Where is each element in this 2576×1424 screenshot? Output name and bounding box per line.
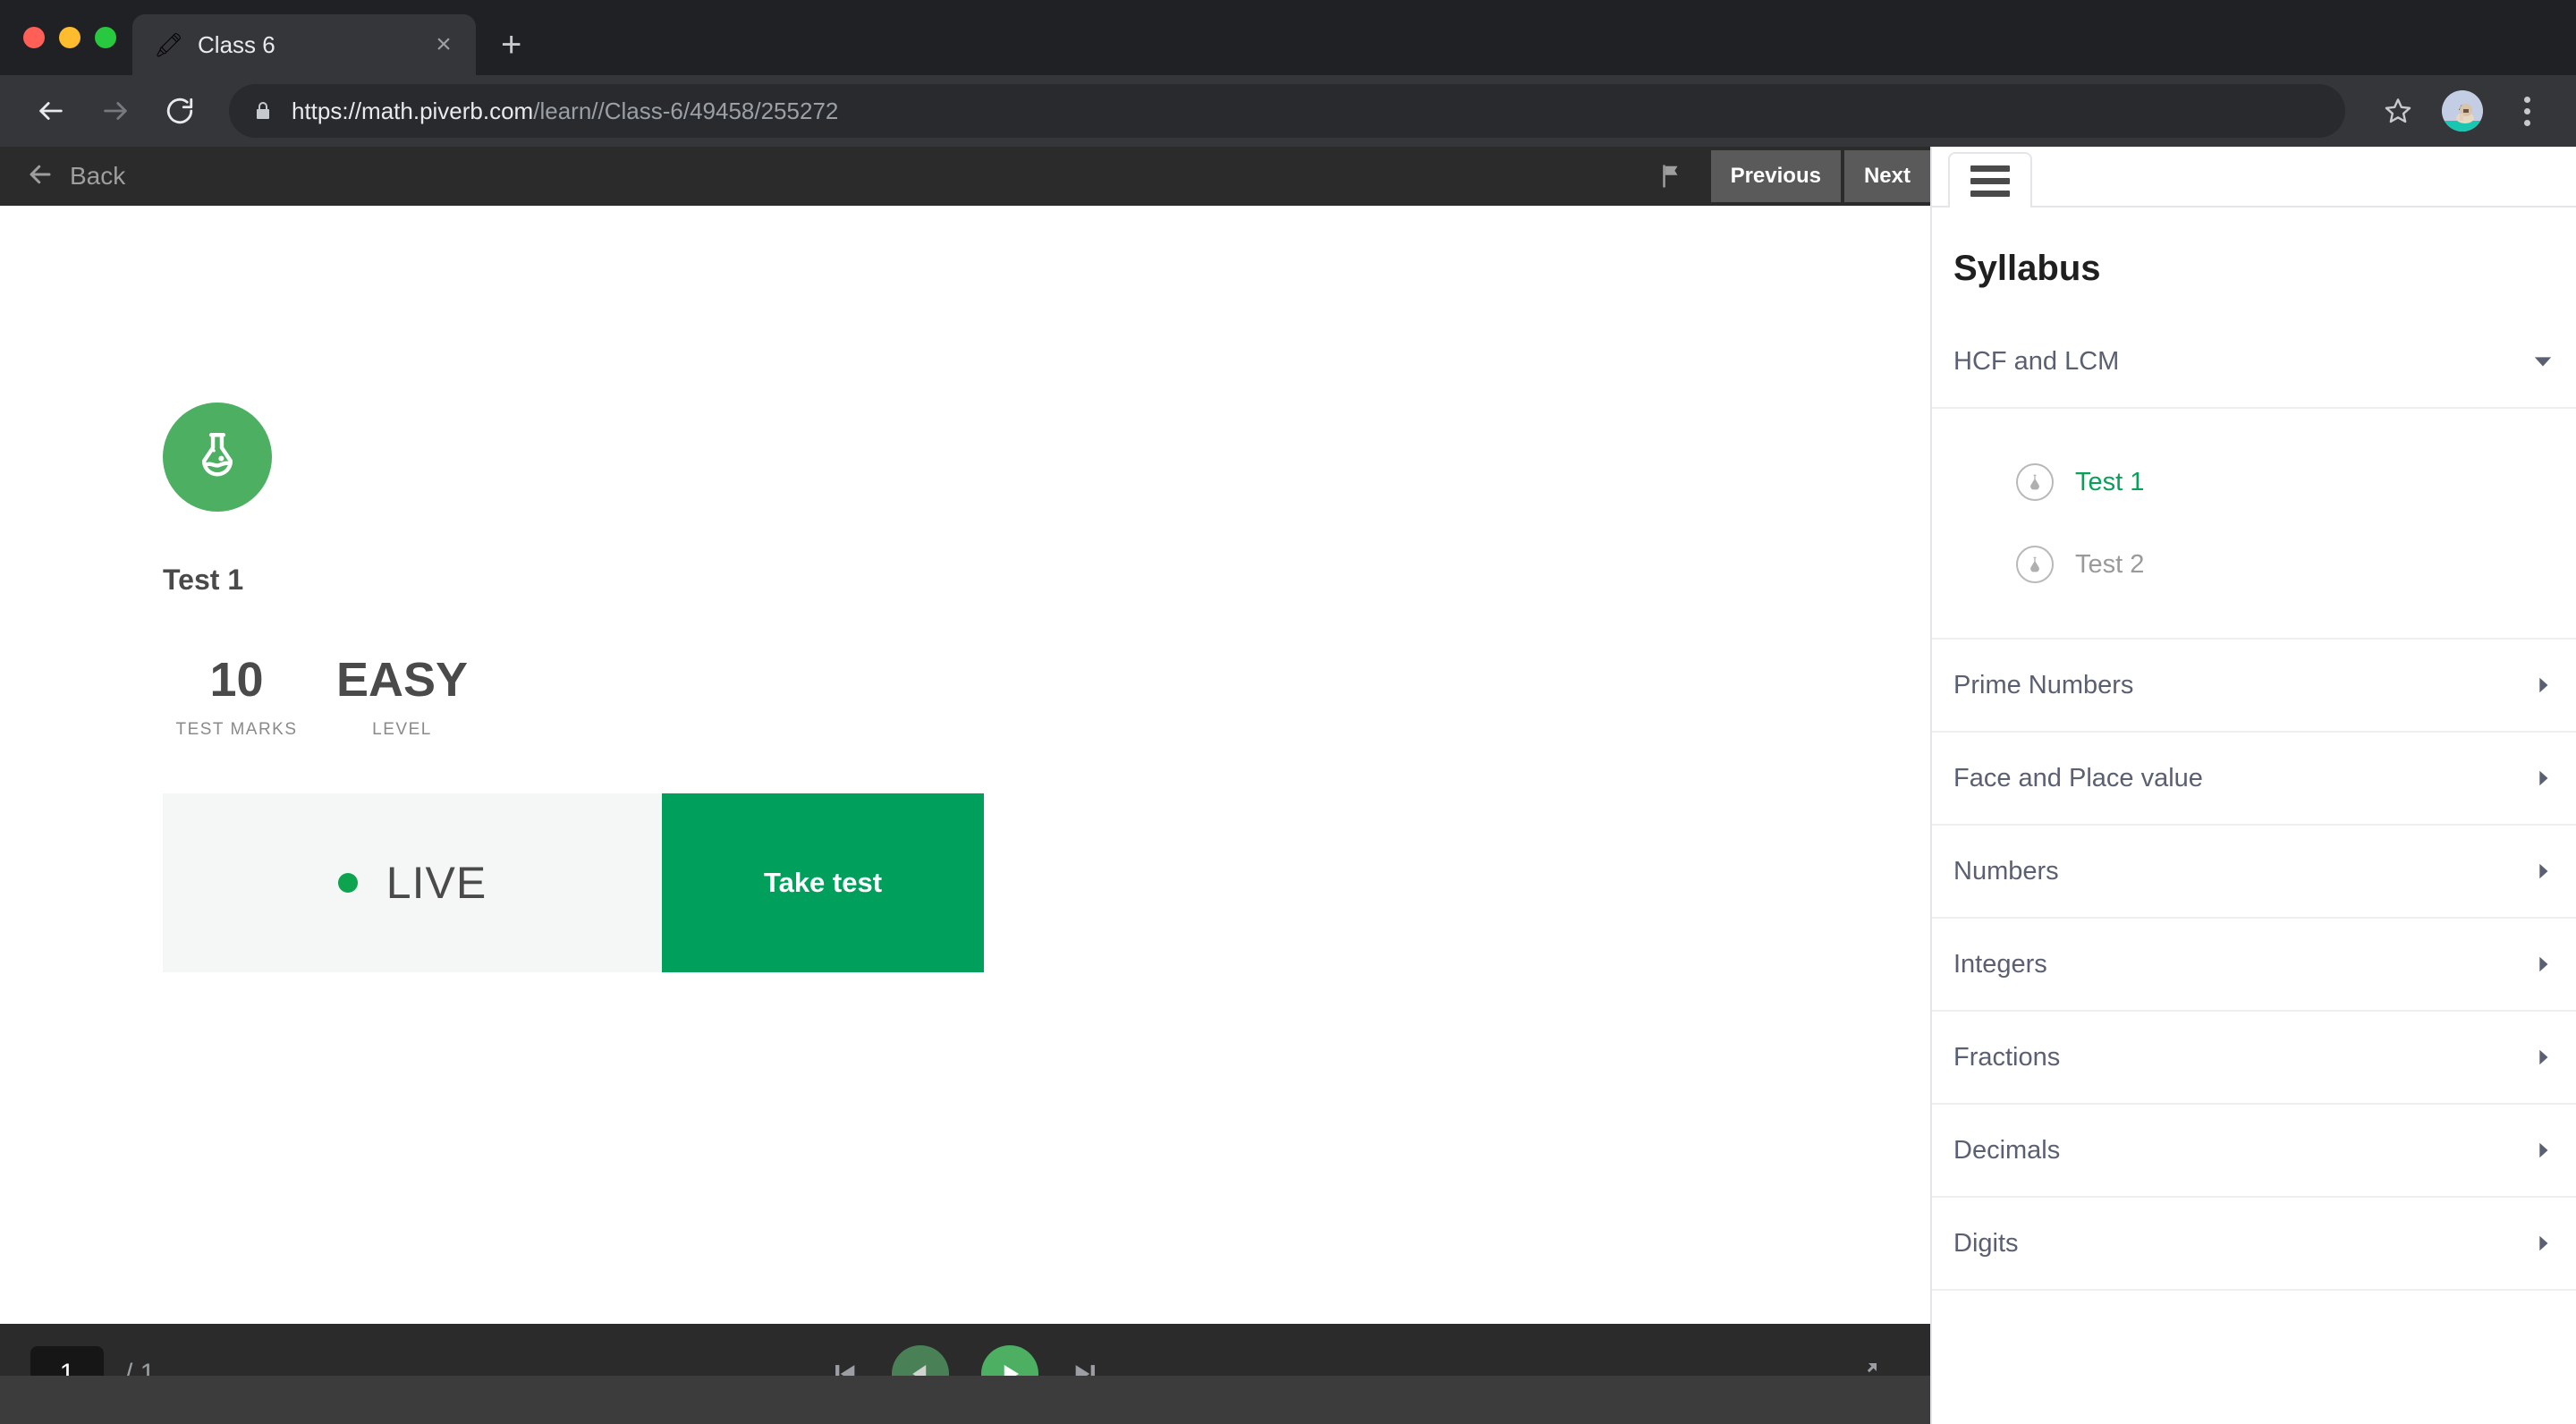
tab-title: Class 6 — [198, 30, 275, 58]
sidebar-item-label: Decimals — [1953, 1135, 2061, 1165]
test-level-caption: LEVEL — [372, 720, 432, 739]
new-tab-button[interactable]: + — [501, 27, 521, 63]
browser-tab[interactable]: 🖍 Class 6 × — [132, 14, 476, 75]
sidebar-item-prime-numbers[interactable]: Prime Numbers — [1932, 640, 2576, 733]
sidebar-item-face-and-place-value[interactable]: Face and Place value — [1932, 733, 2576, 826]
maximize-window-button[interactable] — [95, 27, 116, 48]
url-text: https://math.piverb.com/learn//Class-6/4… — [292, 97, 838, 125]
sidebar-subitem-test-2[interactable]: Test 2 — [1932, 523, 2576, 606]
address-bar[interactable]: https://math.piverb.com/learn//Class-6/4… — [229, 84, 2345, 138]
window-controls[interactable] — [23, 27, 116, 48]
chevron-right-icon — [2533, 1047, 2553, 1067]
sidebar-subitem-label: Test 1 — [2075, 467, 2145, 496]
flag-icon[interactable] — [1634, 163, 1707, 190]
star-icon[interactable] — [2372, 85, 2424, 137]
back-arrow-icon[interactable] — [23, 83, 79, 139]
sidebar-subitem-label: Test 2 — [2075, 549, 2145, 579]
chevron-right-icon — [2533, 1140, 2553, 1160]
sidebar-tab-row — [1932, 147, 2576, 208]
flask-icon — [2016, 546, 2054, 583]
browser-window: 🖍 Class 6 × + https://math.piverb.com/le… — [0, 0, 2576, 1424]
url-host: https://math.piverb.com — [292, 97, 534, 124]
reload-icon[interactable] — [152, 83, 208, 139]
lesson-player-column: Back Previous Next Test 1 10 TEST MARKS … — [0, 147, 1930, 1424]
test-stats: 10 TEST MARKS EASY LEVEL — [163, 656, 995, 740]
sidebar-item-label: Prime Numbers — [1953, 670, 2134, 699]
status-label: LIVE — [386, 858, 487, 908]
pencil-icon: 🖍 — [154, 31, 184, 58]
chevron-down-icon — [2533, 352, 2553, 371]
url-path: /learn//Class-6/49458/255272 — [533, 97, 839, 124]
syllabus-sidebar: Syllabus HCF and LCM Test 1 Test 2 Prime… — [1930, 147, 2576, 1424]
test-title: Test 1 — [163, 564, 244, 596]
avatar[interactable] — [2442, 90, 2483, 131]
status-badge: LIVE — [163, 793, 662, 972]
minimize-window-button[interactable] — [59, 27, 80, 48]
sidebar-item-hcf-and-lcm[interactable]: HCF and LCM — [1932, 316, 2576, 409]
lock-icon — [252, 100, 274, 122]
tab-syllabus[interactable] — [1948, 152, 2032, 208]
sidebar-item-fractions[interactable]: Fractions — [1932, 1012, 2576, 1105]
sidebar-item-digits[interactable]: Digits — [1932, 1198, 2576, 1291]
chevron-right-icon — [2533, 768, 2553, 788]
syllabus-sublist: Test 1 Test 2 — [1932, 409, 2576, 640]
test-action-row: LIVE Take test — [163, 793, 984, 972]
test-card: Test 1 10 TEST MARKS EASY LEVEL LIVE Tak… — [163, 403, 995, 972]
next-button[interactable]: Next — [1843, 150, 1930, 202]
browser-toolbar: https://math.piverb.com/learn//Class-6/4… — [0, 75, 2576, 147]
sidebar-item-numbers[interactable]: Numbers — [1932, 826, 2576, 919]
sidebar-item-label: Digits — [1953, 1228, 2019, 1258]
sidebar-item-label: Integers — [1953, 949, 2047, 979]
test-marks-caption: TEST MARKS — [175, 720, 298, 739]
close-icon[interactable]: × — [428, 31, 460, 58]
chevron-right-icon — [2533, 1233, 2553, 1253]
lesson-app-bar: Back Previous Next — [0, 147, 1930, 206]
back-button[interactable]: Back — [27, 161, 125, 192]
test-marks-stat: 10 TEST MARKS — [163, 656, 310, 740]
page-title: Syllabus — [1953, 249, 2101, 288]
flask-icon — [2016, 463, 2054, 501]
back-arrow-icon — [27, 161, 54, 192]
lesson-stage: Test 1 10 TEST MARKS EASY LEVEL LIVE Tak… — [0, 206, 1930, 1324]
sidebar-item-label: HCF and LCM — [1953, 346, 2120, 376]
back-label: Back — [70, 162, 126, 190]
chevron-right-icon — [2533, 861, 2553, 881]
sidebar-subitem-test-1[interactable]: Test 1 — [1932, 441, 2576, 523]
chevron-right-icon — [2533, 675, 2553, 695]
syllabus-list: HCF and LCM Test 1 Test 2 Prime Numbers … — [1932, 316, 2576, 1291]
sidebar-item-label: Numbers — [1953, 856, 2059, 886]
test-marks-value: 10 — [209, 653, 264, 707]
sidebar-item-label: Fractions — [1953, 1042, 2061, 1072]
sidebar-item-integers[interactable]: Integers — [1932, 919, 2576, 1012]
bottom-strip — [0, 1376, 1930, 1424]
sidebar-item-decimals[interactable]: Decimals — [1932, 1105, 2576, 1198]
live-dot-icon — [337, 873, 358, 893]
chevron-right-icon — [2533, 954, 2553, 974]
test-level-value: EASY — [335, 653, 469, 707]
hamburger-icon — [1970, 165, 2010, 197]
take-test-button[interactable]: Take test — [662, 793, 984, 972]
forward-arrow-icon[interactable] — [88, 83, 143, 139]
page-viewport: Back Previous Next Test 1 10 TEST MARKS … — [0, 147, 2576, 1424]
test-level-stat: EASY LEVEL — [310, 656, 494, 740]
tab-strip: 🖍 Class 6 × + — [0, 0, 2576, 75]
previous-button[interactable]: Previous — [1710, 150, 1841, 202]
sidebar-item-label: Face and Place value — [1953, 763, 2203, 793]
close-window-button[interactable] — [23, 27, 45, 48]
kebab-menu-icon[interactable] — [2501, 85, 2553, 137]
flask-icon — [163, 403, 272, 512]
